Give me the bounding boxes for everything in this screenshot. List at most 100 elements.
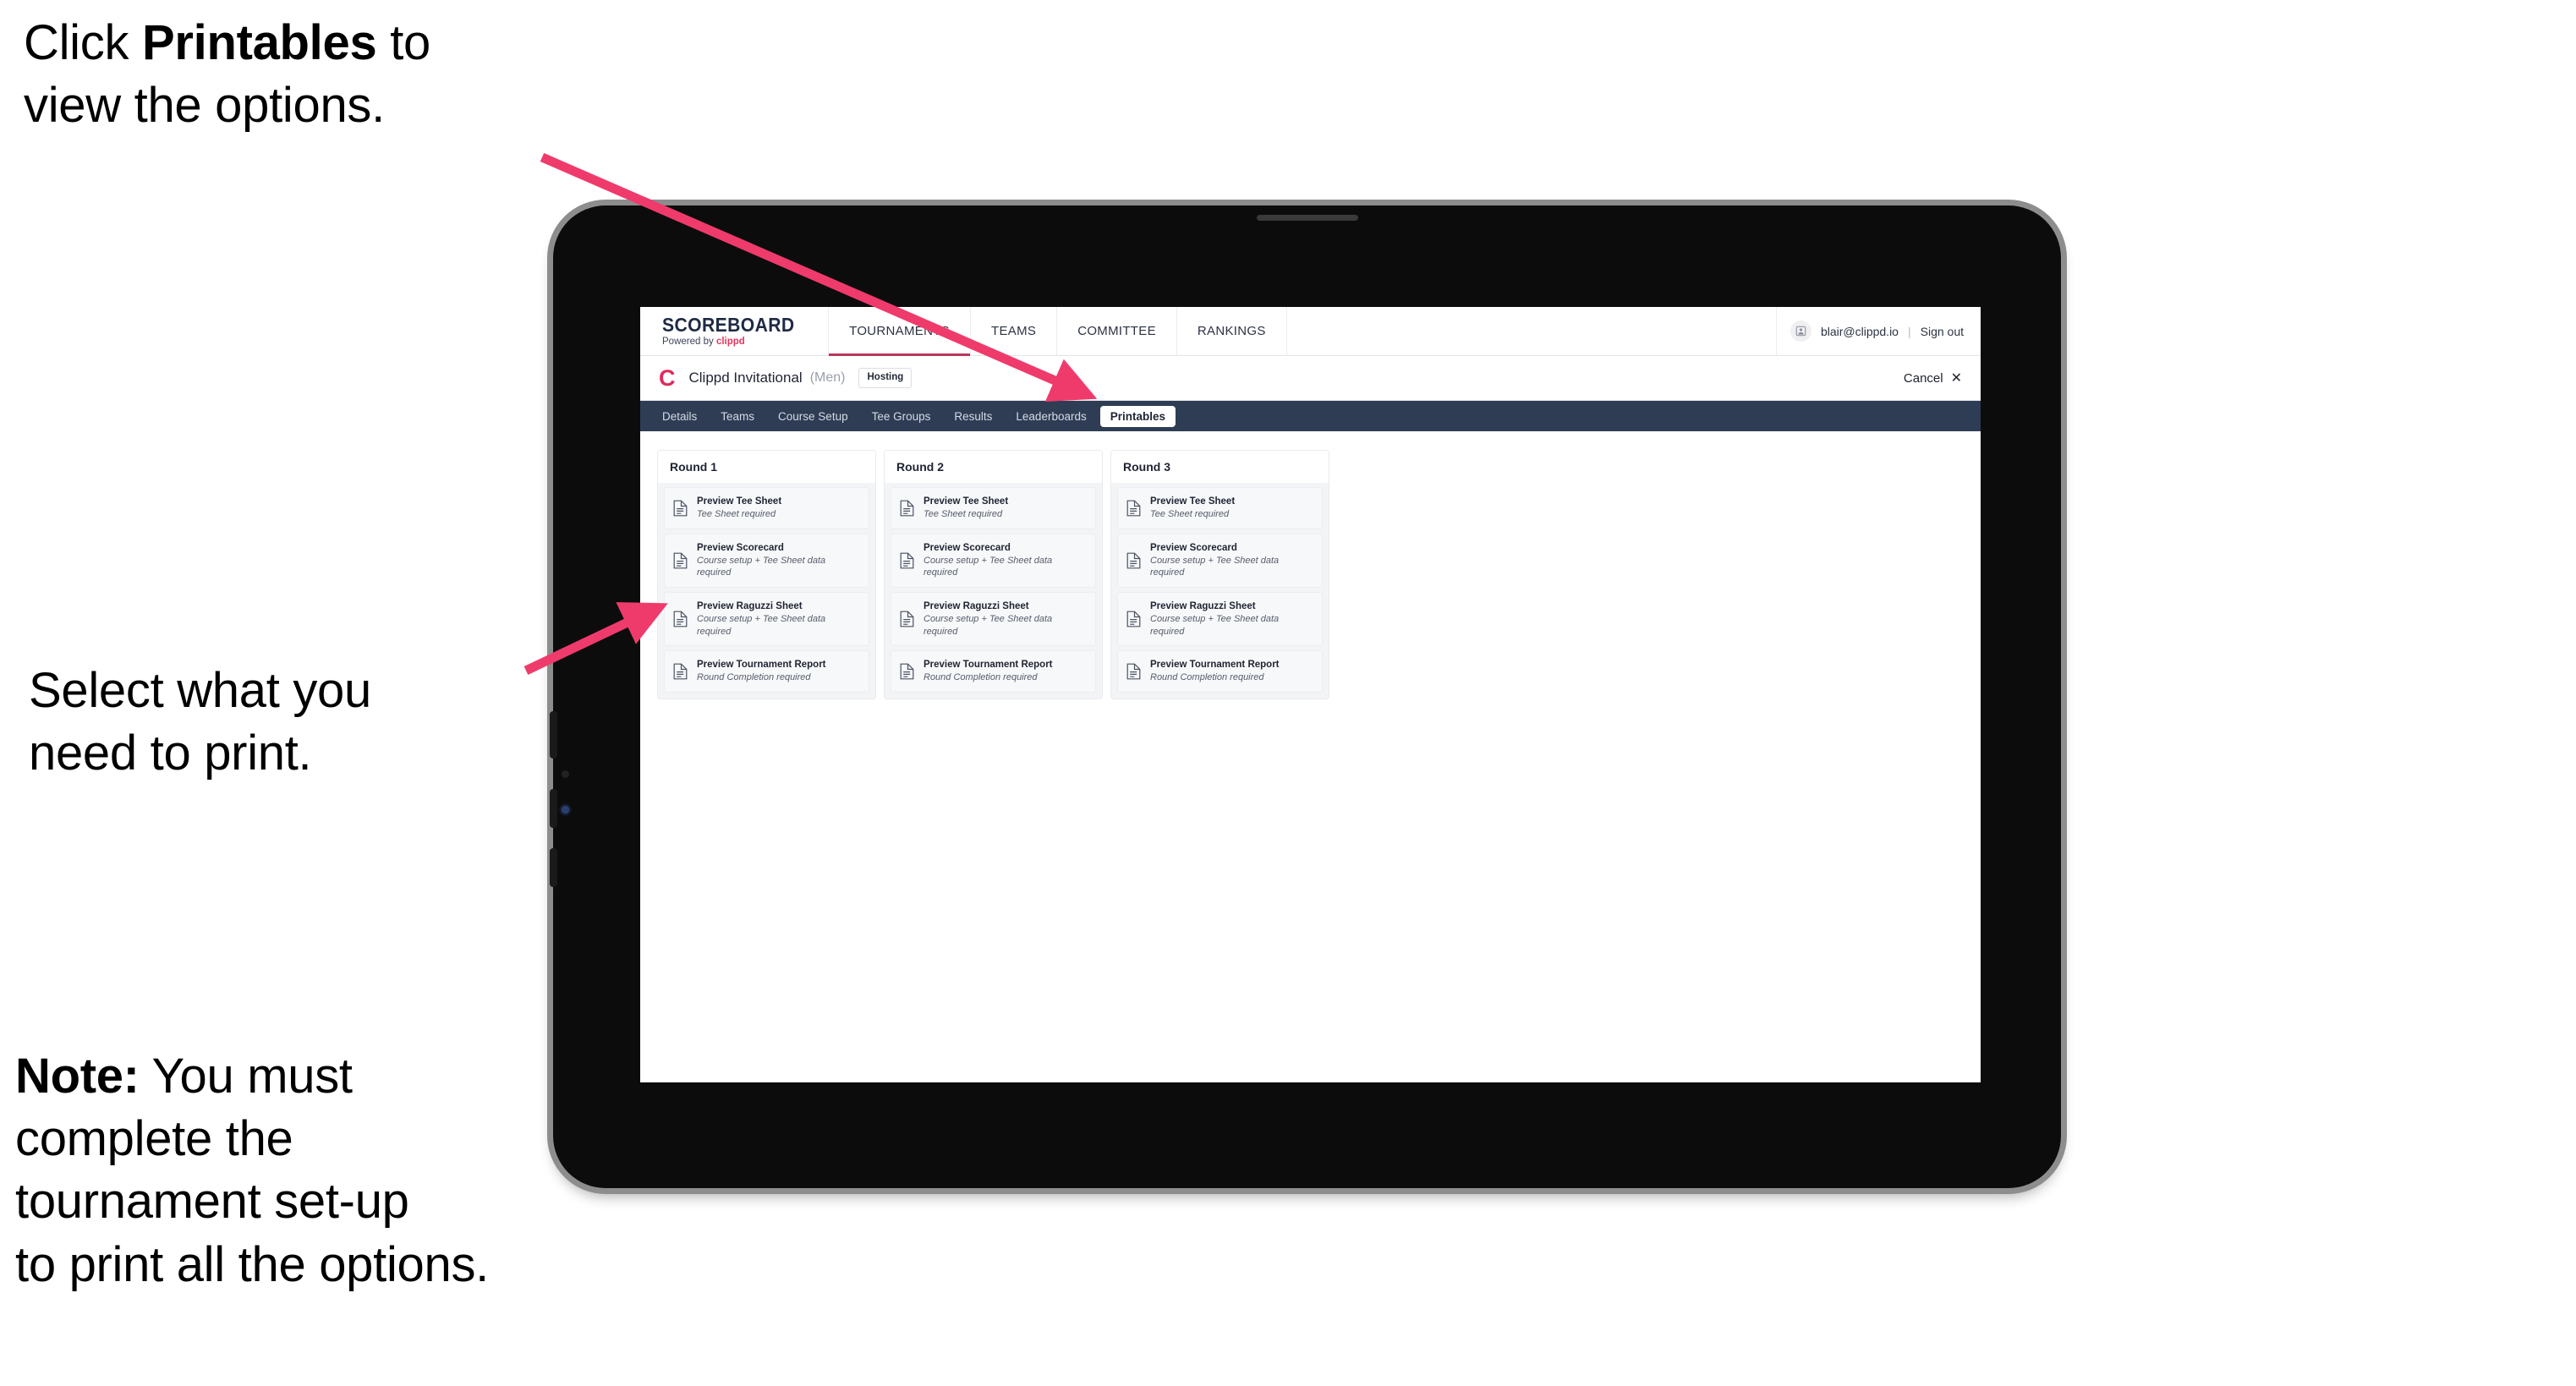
printable-item-requirement: Round Completion required xyxy=(1150,672,1264,683)
printable-item-text: Preview Tee Sheet Tee Sheet required xyxy=(924,496,1008,521)
printable-item[interactable]: Preview Raguzzi Sheet Course setup + Tee … xyxy=(891,591,1096,647)
cancel-button[interactable]: Cancel ✕ xyxy=(1904,370,1962,386)
tab-course-setup[interactable]: Course Setup xyxy=(768,406,858,427)
user-avatar-icon[interactable] xyxy=(1789,320,1811,342)
printable-item-title: Preview Raguzzi Sheet xyxy=(697,600,803,611)
tablet-camera-icon xyxy=(1256,215,1358,221)
printable-item[interactable]: Preview Tournament Report Round Completio… xyxy=(1117,650,1323,693)
printable-item-requirement: Course setup + Tee Sheet data required xyxy=(924,555,1053,578)
printable-item-text: Preview Tournament Report Round Completio… xyxy=(697,659,826,684)
cancel-button-label: Cancel xyxy=(1903,370,1943,386)
annotation-top-bold: Printables xyxy=(141,15,377,70)
tab-results-label: Results xyxy=(954,409,993,423)
printable-item[interactable]: Preview Tee Sheet Tee Sheet required xyxy=(664,487,869,529)
nav-item-tournaments[interactable]: TOURNAMENTS xyxy=(829,307,971,356)
round-title: Round 2 xyxy=(885,451,1102,483)
sign-out-button[interactable]: Sign out xyxy=(1921,325,1964,338)
round-column: Round 2 Preview Tee Sheet Tee Sheet requir… xyxy=(884,450,1103,699)
printable-item-title: Preview Raguzzi Sheet xyxy=(1150,600,1256,611)
document-icon xyxy=(900,552,914,569)
nav-item-teams[interactable]: TEAMS xyxy=(971,307,1058,355)
nav-item-tournaments-label: TOURNAMENTS xyxy=(849,324,950,338)
top-navigation-bar: SCOREBOARD Powered by clippd TOURNAMENTS… xyxy=(640,307,1981,356)
tab-leaderboards-label: Leaderboards xyxy=(1016,409,1087,423)
printable-item[interactable]: Preview Tournament Report Round Completio… xyxy=(891,650,1096,693)
clippd-c-logo-icon: C xyxy=(659,364,676,391)
document-icon xyxy=(900,611,914,627)
tab-results[interactable]: Results xyxy=(944,406,1002,427)
document-icon xyxy=(673,552,688,569)
clippd-brand-label: clippd xyxy=(715,336,745,347)
tablet-side-button-power[interactable] xyxy=(550,848,557,887)
tab-details-label: Details xyxy=(662,409,698,423)
printable-item-text: Preview Raguzzi Sheet Course setup + Tee … xyxy=(697,600,860,638)
tournament-gender-label: (Men) xyxy=(809,370,846,385)
printable-item-title: Preview Tee Sheet xyxy=(697,496,782,507)
printable-item-title: Preview Scorecard xyxy=(1150,542,1237,553)
nav-spacer xyxy=(1287,307,1777,355)
tab-printables[interactable]: Printables xyxy=(1099,405,1176,427)
printable-item-requirement: Course setup + Tee Sheet data required xyxy=(697,614,826,637)
close-icon: ✕ xyxy=(1950,371,1962,386)
document-icon xyxy=(900,500,914,517)
printable-item-title: Preview Tee Sheet xyxy=(924,496,1009,507)
hosting-status-badge: Hosting xyxy=(858,368,913,388)
tab-leaderboards[interactable]: Leaderboards xyxy=(1006,406,1096,427)
printable-item-title: Preview Tee Sheet xyxy=(1150,496,1236,507)
tab-teams-label: Teams xyxy=(721,409,755,423)
printable-item-requirement: Course setup + Tee Sheet data required xyxy=(924,614,1053,637)
nav-item-teams-label: TEAMS xyxy=(991,324,1037,338)
user-account-area: blair@clippd.io | Sign out xyxy=(1777,307,1981,355)
nav-item-committee[interactable]: COMMITTEE xyxy=(1057,307,1177,355)
scoreboard-wordmark: SCOREBOARD xyxy=(662,313,795,336)
nav-item-committee-label: COMMITTEE xyxy=(1077,324,1156,338)
rounds-container: Round 1 Preview Tee Sheet Tee Sheet requir… xyxy=(657,450,1964,699)
tablet-side-button-volume-down[interactable] xyxy=(550,789,557,828)
printable-item-requirement: Course setup + Tee Sheet data required xyxy=(1150,555,1280,578)
round-items-list: Preview Tee Sheet Tee Sheet required Previ… xyxy=(1111,483,1329,698)
printable-item[interactable]: Preview Tournament Report Round Completio… xyxy=(664,650,869,693)
printable-item-text: Preview Scorecard Course setup + Tee Shee… xyxy=(924,542,1087,579)
printable-item-title: Preview Tournament Report xyxy=(924,660,1053,671)
round-items-list: Preview Tee Sheet Tee Sheet required Previ… xyxy=(885,483,1102,698)
round-title: Round 3 xyxy=(1111,451,1329,483)
tablet-side-button-volume-up[interactable] xyxy=(550,711,557,759)
printable-item-requirement: Round Completion required xyxy=(697,672,811,683)
round-column: Round 3 Preview Tee Sheet Tee Sheet requir… xyxy=(1110,450,1329,699)
tablet-device-frame: SCOREBOARD Powered by clippd TOURNAMENTS… xyxy=(550,205,2061,1188)
annotation-middle-text: Select what you need to print. xyxy=(29,663,371,781)
printable-item-text: Preview Tournament Report Round Completio… xyxy=(924,659,1053,684)
annotation-top-prefix: Click xyxy=(24,15,142,70)
printable-item[interactable]: Preview Raguzzi Sheet Course setup + Tee … xyxy=(1117,591,1323,647)
printable-item[interactable]: Preview Scorecard Course setup + Tee Shee… xyxy=(1117,533,1323,588)
annotation-note-bold: Note: xyxy=(15,1049,140,1104)
powered-by-prefix: Powered by xyxy=(662,336,716,347)
tab-teams[interactable]: Teams xyxy=(710,406,765,427)
tab-details[interactable]: Details xyxy=(652,406,707,427)
tournament-header-bar: C Clippd Invitational (Men) Hosting Canc… xyxy=(640,356,1981,401)
printable-item-requirement: Tee Sheet required xyxy=(924,509,1003,520)
printable-item[interactable]: Preview Tee Sheet Tee Sheet required xyxy=(1117,487,1323,529)
tab-tee-groups[interactable]: Tee Groups xyxy=(862,406,941,427)
scoreboard-logo[interactable]: SCOREBOARD Powered by clippd xyxy=(640,307,830,355)
nav-item-rankings[interactable]: RANKINGS xyxy=(1177,307,1287,355)
document-icon xyxy=(1126,552,1141,569)
nav-item-rankings-label: RANKINGS xyxy=(1197,324,1266,338)
document-icon xyxy=(1126,663,1141,680)
user-separator: | xyxy=(1907,324,1911,338)
printable-item-requirement: Tee Sheet required xyxy=(697,509,776,520)
printable-item[interactable]: Preview Tee Sheet Tee Sheet required xyxy=(891,487,1096,529)
round-items-list: Preview Tee Sheet Tee Sheet required Previ… xyxy=(658,483,875,698)
printable-item[interactable]: Preview Scorecard Course setup + Tee Shee… xyxy=(891,533,1096,588)
printable-item-text: Preview Tee Sheet Tee Sheet required xyxy=(1150,496,1235,521)
round-title: Round 1 xyxy=(658,451,875,483)
app-screen: SCOREBOARD Powered by clippd TOURNAMENTS… xyxy=(640,307,1981,1082)
tab-tee-groups-label: Tee Groups xyxy=(871,409,931,423)
tab-printables-label: Printables xyxy=(1110,409,1166,423)
printable-item[interactable]: Preview Raguzzi Sheet Course setup + Tee … xyxy=(664,591,869,647)
tournament-name: Clippd Invitational xyxy=(688,370,803,386)
printable-item-title: Preview Scorecard xyxy=(697,542,784,553)
document-icon xyxy=(1126,500,1141,517)
document-icon xyxy=(673,500,688,517)
printable-item[interactable]: Preview Scorecard Course setup + Tee Shee… xyxy=(664,533,869,588)
